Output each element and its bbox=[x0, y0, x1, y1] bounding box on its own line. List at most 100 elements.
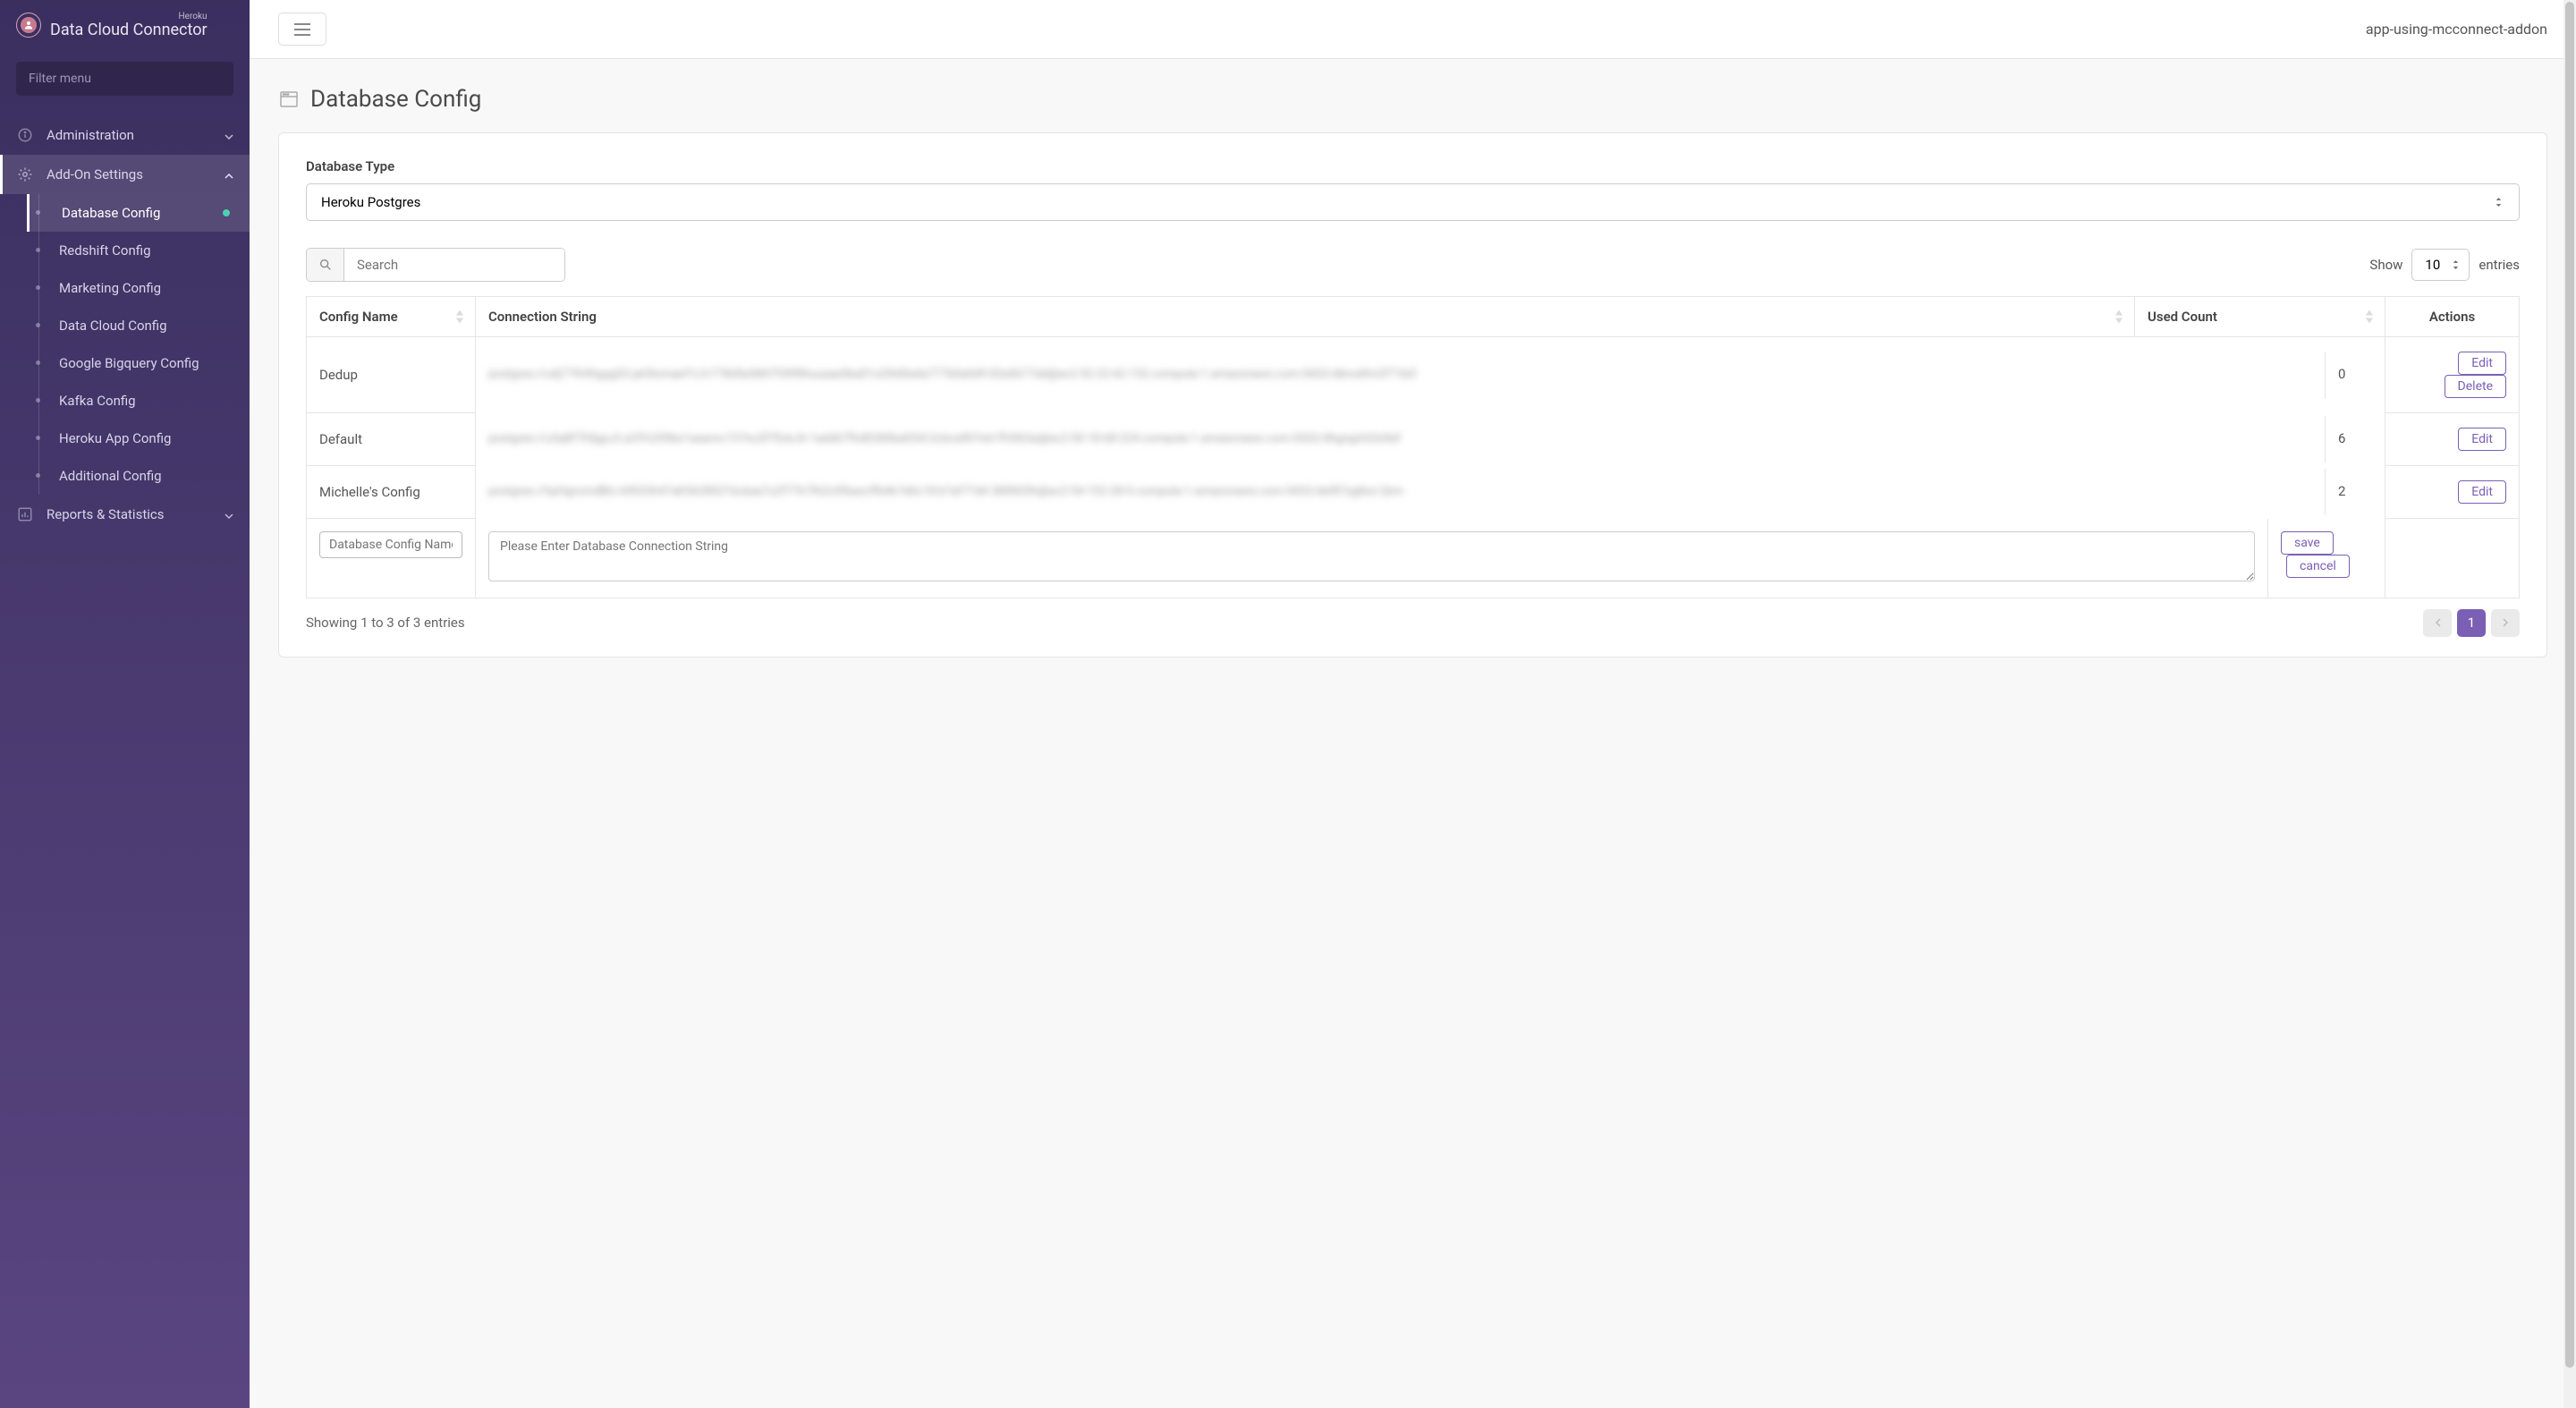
sort-icon bbox=[2365, 310, 2374, 325]
config-card: Database Type Heroku Postgres bbox=[278, 132, 2547, 657]
chevron-down-icon bbox=[225, 127, 233, 143]
nav-administration[interactable]: Administration bbox=[0, 115, 250, 155]
table-footer: Showing 1 to 3 of 3 entries 1 bbox=[306, 609, 2520, 637]
cell-connection: postgres://u3q8f793jguJt.a25%209bx1aaamc… bbox=[476, 416, 2326, 463]
main: app-using-mcconnect-addon Database Confi… bbox=[250, 0, 2576, 1408]
cell-empty bbox=[2385, 519, 2520, 598]
brand-title: Data Cloud Connector bbox=[50, 21, 208, 39]
header-connection-string[interactable]: Connection String bbox=[476, 297, 2135, 337]
save-button[interactable]: save bbox=[2281, 531, 2334, 555]
show-label: Show bbox=[2369, 257, 2402, 273]
user-icon bbox=[21, 17, 37, 33]
status-dot-icon bbox=[223, 209, 230, 216]
config-table: Config Name Connection String Used Count bbox=[306, 296, 2520, 598]
nav-reports[interactable]: Reports & Statistics bbox=[0, 495, 250, 534]
edit-button[interactable]: Edit bbox=[2458, 428, 2506, 451]
cell-actions: Edit Delete bbox=[2385, 337, 2520, 413]
subnav-label: Marketing Config bbox=[59, 280, 161, 296]
page-next-button[interactable] bbox=[2491, 609, 2520, 637]
nav-label: Administration bbox=[47, 127, 134, 143]
new-connection-textarea[interactable] bbox=[488, 531, 2255, 581]
cell-name: Default bbox=[307, 413, 476, 466]
scrollbar-thumb[interactable] bbox=[2565, 2, 2574, 1368]
brand-text: Heroku Data Cloud Connector bbox=[50, 12, 208, 39]
entries-select[interactable]: 10 bbox=[2411, 249, 2470, 281]
cell-count: 0 bbox=[2326, 352, 2385, 399]
entries-control: Show 10 entries bbox=[2369, 249, 2520, 281]
subnav-kafka-config[interactable]: Kafka Config bbox=[27, 382, 250, 420]
header-config-name[interactable]: Config Name bbox=[307, 297, 476, 337]
new-config-name-input[interactable] bbox=[319, 531, 462, 558]
subnav-label: Redshift Config bbox=[59, 242, 151, 259]
filter-input[interactable] bbox=[16, 62, 233, 96]
nav-addon-settings[interactable]: Add-On Settings bbox=[0, 155, 250, 194]
sidebar-header: Heroku Data Cloud Connector bbox=[0, 0, 250, 51]
cell-new-conn bbox=[476, 519, 2268, 598]
scrollbar[interactable] bbox=[2563, 0, 2576, 1408]
subnav-label: Database Config bbox=[62, 205, 160, 221]
nav-label: Reports & Statistics bbox=[47, 506, 164, 522]
subnav-google-bigquery-config[interactable]: Google Bigquery Config bbox=[27, 344, 250, 382]
db-type-label: Database Type bbox=[306, 158, 2520, 174]
edit-button[interactable]: Edit bbox=[2458, 352, 2506, 375]
subnav-label: Kafka Config bbox=[59, 393, 136, 409]
sort-icon bbox=[2114, 310, 2123, 325]
cell-actions: Edit bbox=[2385, 466, 2520, 519]
window-icon bbox=[278, 89, 300, 110]
brand-logo bbox=[16, 13, 41, 38]
search-icon bbox=[307, 249, 344, 281]
table-toolbar: Show 10 entries bbox=[306, 248, 2520, 282]
chevron-right-icon bbox=[2503, 615, 2509, 631]
cell-new-name bbox=[307, 519, 476, 598]
pagination: 1 bbox=[2423, 609, 2520, 637]
content: Database Config Database Type Heroku Pos… bbox=[250, 59, 2576, 1408]
table-header-row: Config Name Connection String Used Count bbox=[307, 297, 2520, 337]
cell-count: 6 bbox=[2326, 416, 2385, 463]
subnav-data-cloud-config[interactable]: Data Cloud Config bbox=[27, 307, 250, 344]
page-prev-button[interactable] bbox=[2423, 609, 2452, 637]
edit-button[interactable]: Edit bbox=[2458, 480, 2506, 504]
subnav-redshift-config[interactable]: Redshift Config bbox=[27, 232, 250, 269]
subnav-database-config[interactable]: Database Config bbox=[27, 194, 250, 232]
hamburger-icon bbox=[294, 23, 310, 36]
header-actions: Actions bbox=[2385, 297, 2520, 337]
search-input[interactable] bbox=[344, 249, 564, 281]
delete-button[interactable]: Delete bbox=[2445, 375, 2506, 398]
app-name: app-using-mcconnect-addon bbox=[2366, 21, 2547, 38]
cell-new-actions: save cancel bbox=[2268, 519, 2385, 590]
page-title-row: Database Config bbox=[278, 86, 2547, 113]
db-type-select[interactable]: Heroku Postgres bbox=[306, 183, 2520, 221]
filter-wrapper bbox=[0, 51, 250, 103]
footer-info: Showing 1 to 3 of 3 entries bbox=[306, 615, 465, 631]
subnav-additional-config[interactable]: Additional Config bbox=[27, 457, 250, 495]
table-new-row: save cancel bbox=[307, 519, 2520, 598]
search-group bbox=[306, 248, 565, 282]
subnav-heroku-app-config[interactable]: Heroku App Config bbox=[27, 420, 250, 457]
topbar: app-using-mcconnect-addon bbox=[250, 0, 2576, 59]
info-icon bbox=[16, 126, 34, 144]
cell-connection: postgres://hpHgromdBtc-k9033h47aK5628021… bbox=[476, 469, 2326, 516]
menu-toggle-button[interactable] bbox=[278, 13, 326, 46]
table-row: Dedup postgres://u4j779r0hgqg52:pk5lomae… bbox=[307, 337, 2520, 413]
chevron-left-icon bbox=[2435, 615, 2441, 631]
table-row: Michelle's Config postgres://hpHgromdBtc… bbox=[307, 466, 2520, 519]
subnav: Database Config Redshift Config Marketin… bbox=[0, 194, 250, 495]
sort-icon bbox=[455, 310, 464, 325]
nav: Administration Add-On Settings Database … bbox=[0, 115, 250, 1408]
subnav-marketing-config[interactable]: Marketing Config bbox=[27, 269, 250, 307]
chart-icon bbox=[16, 505, 34, 523]
cell-name: Dedup bbox=[307, 337, 476, 413]
cancel-button[interactable]: cancel bbox=[2286, 555, 2350, 578]
subnav-label: Heroku App Config bbox=[59, 430, 171, 446]
sidebar: Heroku Data Cloud Connector Administrati… bbox=[0, 0, 250, 1408]
entries-label: entries bbox=[2479, 257, 2520, 273]
cell-name: Michelle's Config bbox=[307, 466, 476, 519]
chevron-up-icon bbox=[225, 166, 233, 182]
cell-actions: Edit bbox=[2385, 413, 2520, 466]
page-1-button[interactable]: 1 bbox=[2457, 609, 2486, 637]
db-type-select-wrapper: Heroku Postgres bbox=[306, 183, 2520, 221]
header-used-count[interactable]: Used Count bbox=[2135, 297, 2385, 337]
cell-connection: postgres://u4j779r0hgqg52:pk5lomaef1Lfv7… bbox=[476, 352, 2326, 399]
subnav-label: Additional Config bbox=[59, 468, 162, 484]
nav-label: Add-On Settings bbox=[47, 166, 143, 182]
